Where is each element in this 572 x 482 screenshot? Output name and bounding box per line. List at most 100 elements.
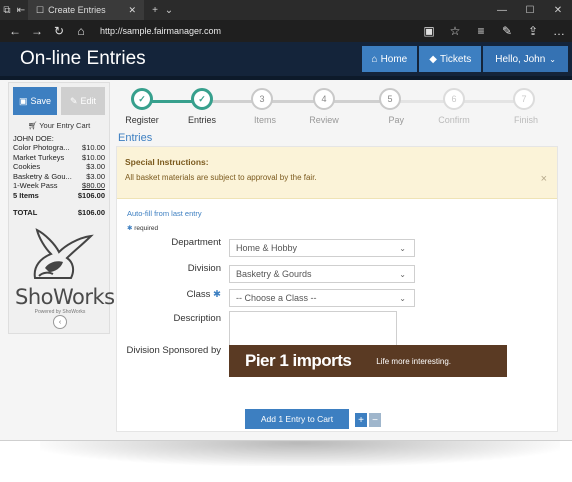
step-finish[interactable]: 7 Finish [510, 88, 538, 128]
rabbit-logo-icon [33, 228, 94, 279]
step-confirm[interactable]: 6 Confirm [438, 88, 470, 128]
more-icon[interactable]: … [546, 24, 572, 38]
new-tab-icon[interactable]: + [148, 5, 162, 16]
header-underbar [0, 76, 572, 80]
division-label: Division [187, 263, 221, 274]
description-label: Description [173, 313, 221, 324]
cart-item-row: Cookies $3.00 [9, 162, 109, 172]
class-label: Class ✱ [187, 289, 221, 300]
chevron-left-icon: ‹ [58, 318, 62, 326]
tickets-button-label: Tickets [439, 53, 472, 65]
home-button-label: Home [380, 53, 408, 65]
close-tab-icon[interactable]: ✕ [128, 5, 136, 16]
step-label: Pay [388, 115, 404, 125]
step-entries[interactable]: ✓ Entries [188, 88, 216, 128]
page-title: On-line Entries [20, 48, 146, 69]
save-label: Save [30, 96, 52, 106]
cart-subtotal: $106.00 [77, 190, 105, 200]
sponsor-brand: Pier 1 imports [245, 351, 352, 370]
sponsor-label: Division Sponsored by [126, 345, 221, 356]
class-value: -- Choose a Class -- [236, 293, 317, 303]
tickets-button[interactable]: ◆ Tickets [419, 46, 482, 72]
user-menu-label: Hello, John [495, 53, 546, 65]
department-value: Home & Hobby [236, 243, 298, 253]
browser-window: ⧉ ⇤ ☐ Create Entries ✕ + ⌄ — ☐ ✕ ← → ↻ ⌂… [0, 0, 572, 441]
home-button[interactable]: ⌂ Home [361, 46, 418, 72]
step-label: Register [125, 115, 159, 125]
back-arrow-icon[interactable]: ← [4, 24, 26, 38]
cart-item-amount: $10.00 [82, 143, 105, 152]
cart-heading-text: Your Entry Cart [39, 121, 91, 130]
step-items[interactable]: 3 Items [248, 88, 276, 128]
reading-view-icon[interactable]: ▣ [416, 24, 442, 38]
step-register[interactable]: ✓ Register [125, 88, 159, 128]
refresh-icon[interactable]: ↻ [48, 24, 70, 38]
decrement-button[interactable]: − [369, 413, 381, 427]
increment-button[interactable]: + [355, 413, 367, 427]
required-text: required [134, 225, 159, 232]
step-label: Review [309, 115, 339, 125]
step-pay[interactable]: 5 Pay [376, 88, 404, 128]
class-select[interactable]: -- Choose a Class -- ⌄ [229, 289, 415, 307]
edit-button[interactable]: ✎ Edit [61, 87, 105, 115]
notice-title: Special Instructions: [125, 157, 209, 167]
cart-count: 5 Items [13, 190, 39, 200]
required-note: ✱ required [127, 224, 557, 232]
cart-icon: 🛒︎ [27, 121, 38, 130]
url-field[interactable]: http://sample.fairmanager.com [100, 26, 416, 36]
cart-item-name: Market Turkeys [13, 152, 65, 162]
page-icon: ☐ [36, 4, 45, 15]
cart-item-amount: $3.00 [86, 162, 105, 171]
forward-arrow-icon[interactable]: → [26, 24, 48, 38]
division-select[interactable]: Basketry & Gourds ⌄ [229, 265, 415, 283]
check-icon: ✓ [131, 88, 153, 110]
step-label: Confirm [438, 115, 470, 125]
home-icon[interactable]: ⌂ [70, 24, 92, 38]
cart-item-row: 1-Week Pass $80.00 [9, 181, 109, 191]
sponsor-banner[interactable]: Pier 1 imports Life more interesting. [229, 345, 507, 377]
user-menu-button[interactable]: Hello, John ⌄ [483, 46, 568, 72]
chevron-down-icon: ⌄ [399, 269, 406, 279]
step-label: Finish [513, 115, 538, 125]
department-select[interactable]: Home & Hobby ⌄ [229, 239, 415, 257]
step-number: 3 [251, 88, 273, 110]
tab-bar: ⧉ ⇤ ☐ Create Entries ✕ + ⌄ — ☐ ✕ [0, 0, 572, 20]
cart-item-amount: $10.00 [82, 152, 105, 162]
share-icon[interactable]: ⇪ [520, 24, 546, 38]
floppy-icon: ▣ [18, 95, 28, 106]
pencil-icon: ✎ [69, 95, 78, 106]
close-window-icon[interactable]: ✕ [544, 5, 572, 16]
autofill-link[interactable]: Auto-fill from last entry [127, 209, 557, 218]
tab-actions-icon[interactable]: ⧉ [0, 5, 14, 16]
showorks-logo: ShoWorks Powered by ShoWorks [15, 228, 115, 315]
cart-item-name: Color Photogra... [13, 143, 70, 152]
cart-total: $106.00 [77, 208, 105, 217]
favorite-star-icon[interactable]: ☆ [442, 24, 468, 38]
collapse-sidebar-button[interactable]: ‹ [53, 315, 67, 329]
app-header: On-line Entries ⌂ Home ◆ Tickets Hello, … [0, 42, 572, 76]
cart-item-row: Color Photogra... $10.00 [9, 143, 109, 153]
step-number: 6 [443, 88, 465, 110]
save-button[interactable]: ▣ Save [13, 87, 57, 115]
cart-sidebar: ▣ Save ✎ Edit 🛒︎ Your Entry Cart JOHN DO… [8, 82, 115, 334]
step-review[interactable]: 4 Review [309, 88, 339, 128]
pen-icon[interactable]: ✎ [494, 24, 520, 38]
step-number: 4 [313, 88, 335, 110]
browser-tab[interactable]: ☐ Create Entries ✕ [28, 0, 144, 20]
tab-list-icon[interactable]: ⌄ [162, 5, 176, 16]
add-entry-to-cart-button[interactable]: Add 1 Entry to Cart [245, 409, 349, 429]
chevron-down-icon: ⌄ [549, 54, 556, 64]
ticket-icon: ◆ [429, 53, 437, 65]
check-icon: ✓ [191, 88, 213, 110]
step-number: 5 [379, 88, 401, 110]
maximize-icon[interactable]: ☐ [516, 5, 544, 16]
cart-item-amount: $80.00 [82, 181, 105, 190]
cart-item-row: Basketry & Gou... $3.00 [9, 172, 109, 182]
close-alert-icon[interactable]: × [541, 173, 547, 185]
tab-title: Create Entries [48, 5, 106, 15]
cart-item-name: Cookies [13, 162, 41, 171]
hub-icon[interactable]: ≡ [468, 24, 494, 38]
back-tabs-icon[interactable]: ⇤ [14, 5, 28, 16]
address-bar: ← → ↻ ⌂ http://sample.fairmanager.com ▣ … [0, 20, 572, 42]
minimize-icon[interactable]: — [488, 5, 516, 16]
